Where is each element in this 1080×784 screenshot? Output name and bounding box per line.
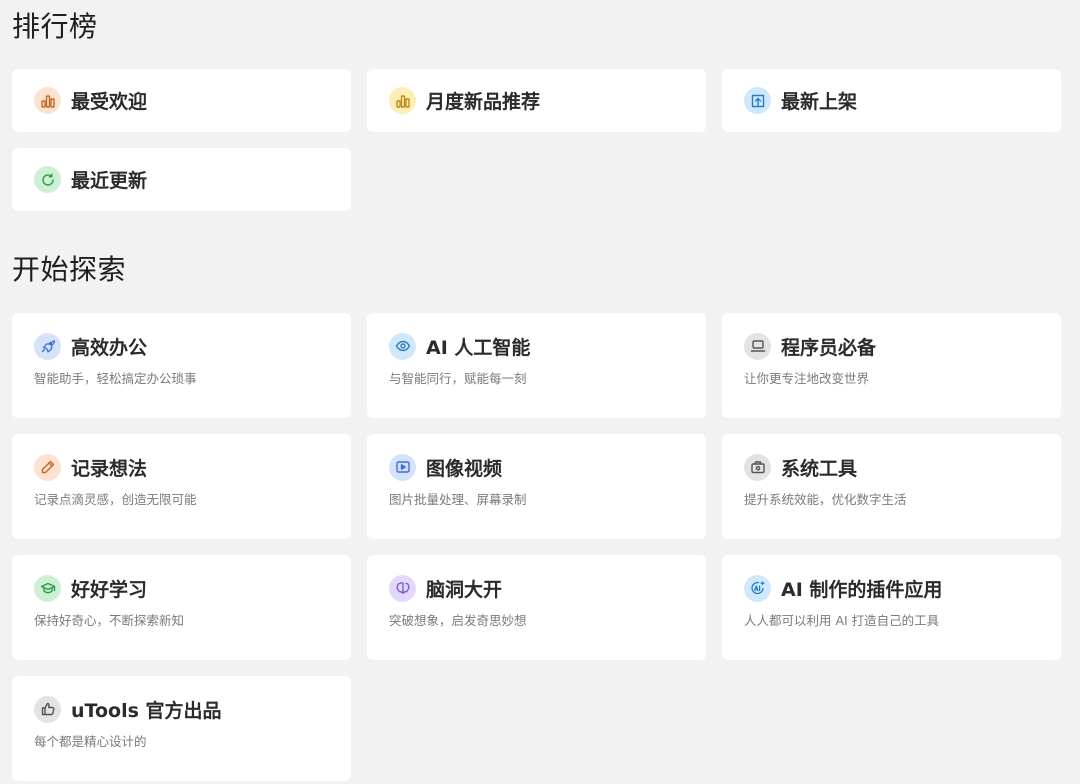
- category-card[interactable]: 高效办公智能助手，轻松搞定办公琐事: [12, 313, 351, 418]
- brain-icon: [389, 574, 416, 602]
- rocket-icon: [34, 332, 61, 360]
- category-card-title: AI 人工智能: [426, 336, 531, 359]
- plugin-market-page: 排行榜 最受欢迎 月度新品推荐 最新上架最近更新 开始探索 高效办公智能助手，轻松搞…: [0, 0, 1080, 784]
- category-card-header: 高效办公: [34, 332, 329, 360]
- category-card-title: 记录想法: [71, 457, 148, 480]
- ranking-card-title: 最近更新: [71, 170, 148, 192]
- category-card-header: 记录想法: [34, 453, 329, 481]
- laptop-icon: [744, 332, 771, 360]
- ranking-card-title: 月度新品推荐: [426, 91, 541, 113]
- category-card-header: AI 制作的插件应用: [744, 574, 1039, 602]
- category-card-title: 高效办公: [71, 336, 148, 359]
- ai-spark-icon: [744, 574, 771, 602]
- category-card-description: 让你更专注地改变世界: [744, 371, 870, 386]
- category-card-header: 系统工具: [744, 453, 1039, 481]
- category-card[interactable]: 脑洞大开突破想象，启发奇思妙想: [367, 555, 706, 660]
- category-card[interactable]: 程序员必备让你更专注地改变世界: [722, 313, 1061, 418]
- category-card-title: AI 制作的插件应用: [781, 578, 943, 601]
- ranking-section-title: 排行榜: [12, 10, 98, 43]
- thumbs-up-icon: [34, 695, 61, 723]
- ranking-card[interactable]: 最近更新: [12, 148, 351, 211]
- ranking-card-title: 最新上架: [781, 91, 858, 113]
- category-card-header: 好好学习: [34, 574, 329, 602]
- upload-icon: [744, 87, 771, 114]
- ranking-card-title: 最受欢迎: [71, 91, 148, 113]
- category-card-description: 每个都是精心设计的: [34, 734, 147, 749]
- explore-grid: 高效办公 智能助手，轻松搞定办公琐事 AI 人工智能 与智能同行，赋能每一刻 程序员必备…: [12, 313, 1061, 781]
- category-card[interactable]: 好好学习保持好奇心，不断探索新知: [12, 555, 351, 660]
- ranking-card[interactable]: 最新上架: [722, 69, 1061, 132]
- category-card-description: 图片批量处理、屏幕录制: [389, 492, 527, 507]
- category-card-description: 记录点滴灵感，创造无限可能: [34, 492, 197, 507]
- category-card-title: uTools 官方出品: [71, 699, 222, 722]
- category-card-title: 好好学习: [71, 578, 148, 601]
- toolbox-icon: [744, 453, 771, 481]
- category-card-description: 智能助手，轻松搞定办公琐事: [34, 371, 197, 386]
- category-card-title: 系统工具: [781, 457, 858, 480]
- ranking-card[interactable]: 月度新品推荐: [367, 69, 706, 132]
- graduation-cap-icon: [34, 574, 61, 602]
- category-card[interactable]: AI 人工智能与智能同行，赋能每一刻: [367, 313, 706, 418]
- category-card[interactable]: 图像视频图片批量处理、屏幕录制: [367, 434, 706, 539]
- category-card-header: uTools 官方出品: [34, 695, 329, 723]
- category-card-description: 突破想象，启发奇思妙想: [389, 613, 527, 628]
- category-card[interactable]: AI 制作的插件应用人人都可以利用 AI 打造自己的工具: [722, 555, 1061, 660]
- category-card-title: 脑洞大开: [426, 578, 503, 601]
- explore-section-title: 开始探索: [12, 253, 127, 286]
- eye-icon: [389, 332, 416, 360]
- ranking-grid: 最受欢迎 月度新品推荐 最新上架最近更新: [12, 69, 1061, 211]
- refresh-icon: [34, 166, 61, 193]
- category-card[interactable]: 记录想法记录点滴灵感，创造无限可能: [12, 434, 351, 539]
- category-card-title: 图像视频: [426, 457, 503, 480]
- category-card-title: 程序员必备: [781, 336, 877, 359]
- category-card-header: 程序员必备: [744, 332, 1039, 360]
- bar-chart-icon: [389, 87, 416, 114]
- video-icon: [389, 453, 416, 481]
- pencil-icon: [34, 453, 61, 481]
- category-card[interactable]: uTools 官方出品每个都是精心设计的: [12, 676, 351, 781]
- category-card-header: AI 人工智能: [389, 332, 684, 360]
- category-card-description: 人人都可以利用 AI 打造自己的工具: [744, 613, 940, 628]
- category-card-description: 与智能同行，赋能每一刻: [389, 371, 527, 386]
- ranking-card[interactable]: 最受欢迎: [12, 69, 351, 132]
- category-card-description: 提升系统效能，优化数字生活: [744, 492, 907, 507]
- category-card[interactable]: 系统工具提升系统效能，优化数字生活: [722, 434, 1061, 539]
- category-card-header: 图像视频: [389, 453, 684, 481]
- category-card-description: 保持好奇心，不断探索新知: [34, 613, 185, 628]
- bar-chart-icon: [34, 87, 61, 114]
- category-card-header: 脑洞大开: [389, 574, 684, 602]
